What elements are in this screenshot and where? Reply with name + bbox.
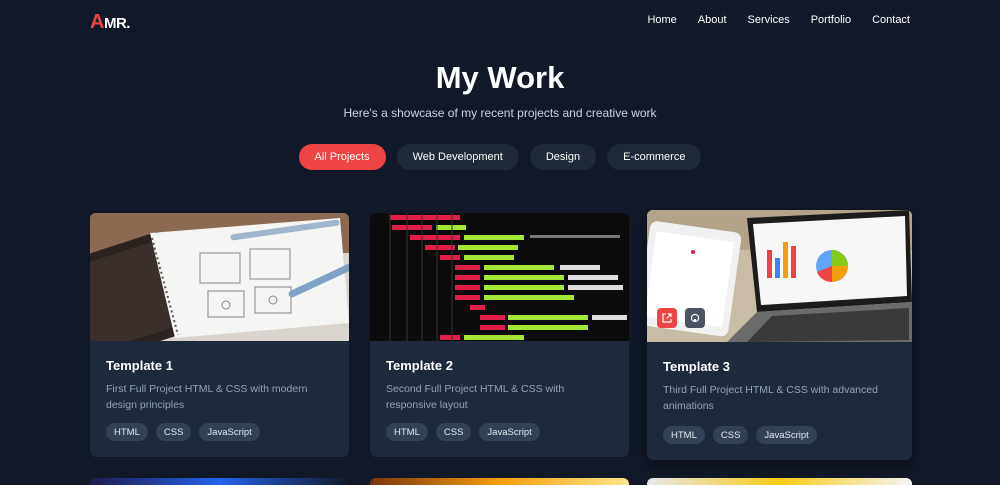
tag-javascript: JavaScript xyxy=(199,423,260,441)
project-description: Third Full Project HTML & CSS with advan… xyxy=(663,384,878,412)
project-title: Template 2 xyxy=(386,358,453,373)
page-title: My Work xyxy=(435,60,565,95)
project-title: Template 3 xyxy=(663,359,730,374)
logo[interactable]: AMR. xyxy=(90,11,130,34)
project-card-6-preview[interactable] xyxy=(647,478,912,485)
filter-design[interactable]: Design xyxy=(529,144,597,170)
navbar: AMR. Home About Services Portfolio Conta… xyxy=(0,0,1000,42)
project-image-code xyxy=(370,213,629,341)
project-image-laptop xyxy=(647,210,912,342)
tag-javascript: JavaScript xyxy=(479,423,540,441)
nav-links: Home About Services Portfolio Contact xyxy=(647,14,910,26)
nav-link-contact[interactable]: Contact xyxy=(872,14,910,26)
logo-initial: A xyxy=(90,11,104,33)
nav-link-services[interactable]: Services xyxy=(748,14,790,26)
sketch-notebook-image xyxy=(90,213,349,341)
tag-css: CSS xyxy=(155,423,192,441)
filter-web-development[interactable]: Web Development xyxy=(396,144,519,170)
project-description: First Full Project HTML & CSS with moder… xyxy=(106,383,308,411)
nav-link-portfolio[interactable]: Portfolio xyxy=(811,14,851,26)
project-tags: HTML CSS JavaScript xyxy=(663,426,817,444)
filter-ecommerce[interactable]: E-commerce xyxy=(607,144,702,170)
external-link-icon[interactable] xyxy=(657,308,677,328)
project-card-body: Template 1 First Full Project HTML & CSS… xyxy=(106,358,333,413)
tag-html: HTML xyxy=(106,423,148,441)
page-subtitle: Here's a showcase of my recent projects … xyxy=(343,106,657,120)
code-screen-image xyxy=(370,213,629,341)
nav-link-home[interactable]: Home xyxy=(647,14,676,26)
tag-javascript: JavaScript xyxy=(756,426,817,444)
project-card-5-preview[interactable] xyxy=(370,478,629,485)
tag-html: HTML xyxy=(663,426,705,444)
tag-html: HTML xyxy=(386,423,428,441)
project-card-2[interactable]: Template 2 Second Full Project HTML & CS… xyxy=(370,213,629,457)
tag-css: CSS xyxy=(712,426,749,444)
project-card-body: Template 2 Second Full Project HTML & CS… xyxy=(386,358,613,413)
project-tags: HTML CSS JavaScript xyxy=(386,423,540,441)
project-image-sketch xyxy=(90,213,349,341)
project-card-1[interactable]: Template 1 First Full Project HTML & CSS… xyxy=(90,213,349,457)
project-card-3[interactable]: Template 3 Third Full Project HTML & CSS… xyxy=(647,210,912,460)
tag-css: CSS xyxy=(435,423,472,441)
filter-bar: All Projects Web Development Design E-co… xyxy=(0,144,1000,170)
project-card-4-preview[interactable] xyxy=(90,478,349,485)
github-icon[interactable] xyxy=(685,308,705,328)
project-description: Second Full Project HTML & CSS with resp… xyxy=(386,383,565,411)
filter-all-projects[interactable]: All Projects xyxy=(298,144,386,170)
logo-text: MR. xyxy=(103,15,131,32)
project-card-body: Template 3 Third Full Project HTML & CSS… xyxy=(663,359,896,414)
project-tags: HTML CSS JavaScript xyxy=(106,423,260,441)
project-title: Template 1 xyxy=(106,358,173,373)
nav-link-about[interactable]: About xyxy=(698,14,727,26)
portfolio-page: AMR. Home About Services Portfolio Conta… xyxy=(0,0,1000,485)
